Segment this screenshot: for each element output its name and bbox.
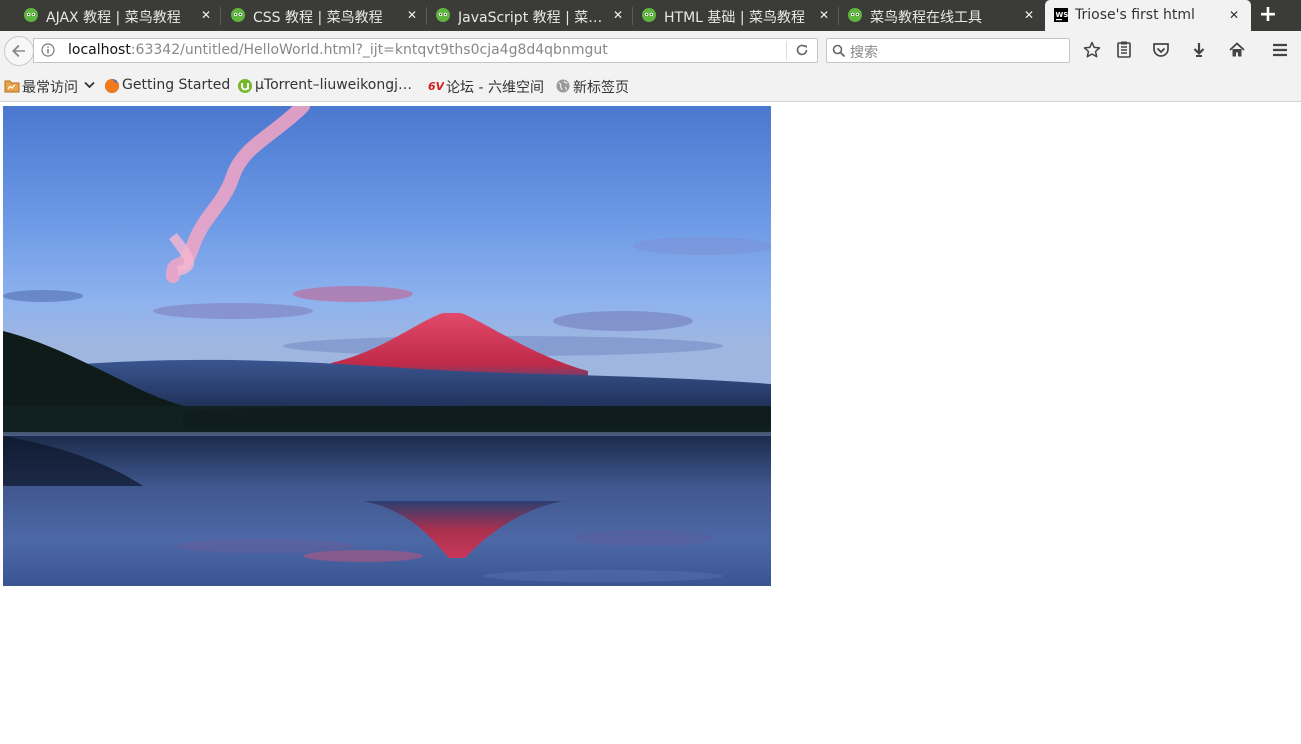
close-tab-icon[interactable]: ✕ xyxy=(611,7,625,23)
chevron-down-icon xyxy=(84,81,95,89)
runoob-icon xyxy=(848,8,862,22)
search-placeholder: 搜索 xyxy=(850,45,878,61)
menu-hamburger-icon[interactable] xyxy=(1270,40,1290,60)
tab-title: JavaScript 教程 | 菜… xyxy=(458,10,603,26)
page-content xyxy=(0,102,1301,744)
runoob-icon xyxy=(24,8,38,22)
url-divider xyxy=(786,41,787,60)
reload-icon[interactable] xyxy=(794,42,810,58)
tab-title: AJAX 教程 | 菜鸟教程 xyxy=(46,10,181,26)
bookmark-label: μTorrent–liuweikongj… xyxy=(255,77,413,93)
tab-online-tools[interactable]: 菜鸟教程在线工具 ✕ xyxy=(839,0,1045,31)
bookmark-label: 新标签页 xyxy=(573,80,629,96)
close-tab-icon[interactable]: ✕ xyxy=(1022,7,1036,23)
globe-icon xyxy=(556,79,570,93)
mount-fuji-photo xyxy=(3,106,771,586)
tab-title: Triose's first html xyxy=(1075,7,1195,23)
runoob-icon xyxy=(436,8,450,22)
navigation-toolbar: localhost:63342/untitled/HelloWorld.html… xyxy=(0,31,1301,70)
bookmarks-toolbar: 最常访问 Getting Started μTorrent–liuweikong… xyxy=(0,70,1301,102)
home-icon[interactable] xyxy=(1227,40,1247,60)
bookmark-label: 论坛 - 六维空间 xyxy=(446,80,544,96)
search-bar[interactable]: 搜索 xyxy=(826,38,1070,63)
tab-title: HTML 基础 | 菜鸟教程 xyxy=(664,10,806,26)
tab-title: CSS 教程 | 菜鸟教程 xyxy=(253,10,383,26)
utorrent-icon xyxy=(238,79,252,93)
webstorm-icon: WS xyxy=(1054,8,1068,22)
runoob-icon xyxy=(231,8,245,22)
reader-list-icon[interactable] xyxy=(1114,40,1134,60)
bookmark-most-visited[interactable]: 最常访问 xyxy=(4,77,96,96)
tab-html-basics[interactable]: HTML 基础 | 菜鸟教程 ✕ xyxy=(633,0,839,31)
new-tab-button[interactable]: + xyxy=(1257,4,1279,26)
svg-text:WS: WS xyxy=(1056,11,1069,19)
bookmark-label: 最常访问 xyxy=(22,80,78,96)
url-path: :63342/untitled/HelloWorld.html?_ijt=knt… xyxy=(130,42,608,58)
tab-javascript[interactable]: JavaScript 教程 | 菜… ✕ xyxy=(427,0,633,31)
back-arrow-icon xyxy=(12,44,25,58)
site-info-icon[interactable] xyxy=(41,43,55,57)
6v-icon: 6V xyxy=(428,80,444,93)
close-tab-icon[interactable]: ✕ xyxy=(817,7,831,23)
tab-strip: AJAX 教程 | 菜鸟教程 ✕ CSS 教程 | 菜鸟教程 ✕ JavaScr… xyxy=(0,0,1301,31)
tab-title: 菜鸟教程在线工具 xyxy=(870,10,982,26)
tab-css[interactable]: CSS 教程 | 菜鸟教程 ✕ xyxy=(221,0,427,31)
bookmark-getting-started[interactable]: Getting Started xyxy=(104,77,232,95)
url-text[interactable]: localhost:63342/untitled/HelloWorld.html… xyxy=(68,42,608,58)
svg-text:6V: 6V xyxy=(428,80,444,93)
bookmark-utorrent[interactable]: μTorrent–liuweikongj… xyxy=(237,77,421,95)
bookmark-star-icon[interactable] xyxy=(1082,40,1102,60)
bookmark-new-tab[interactable]: 新标签页 xyxy=(555,77,635,96)
close-tab-icon[interactable]: ✕ xyxy=(405,7,419,23)
close-tab-icon[interactable]: ✕ xyxy=(199,7,213,23)
back-button[interactable] xyxy=(4,36,34,66)
search-icon xyxy=(832,44,846,58)
tab-triose-first-html[interactable]: WS Triose's first html ✕ xyxy=(1045,0,1251,31)
url-bar[interactable]: localhost:63342/untitled/HelloWorld.html… xyxy=(33,38,818,63)
download-icon[interactable] xyxy=(1189,40,1209,60)
close-tab-icon[interactable]: ✕ xyxy=(1227,7,1241,23)
firefox-icon xyxy=(105,79,119,93)
most-visited-folder-icon xyxy=(4,80,20,93)
pocket-icon[interactable] xyxy=(1151,40,1171,60)
url-host: localhost xyxy=(68,42,131,58)
tab-ajax[interactable]: AJAX 教程 | 菜鸟教程 ✕ xyxy=(0,0,221,31)
runoob-icon xyxy=(642,8,656,22)
bookmark-label: Getting Started xyxy=(122,77,231,93)
bookmark-6v-forum[interactable]: 6V 论坛 - 六维空间 xyxy=(428,77,550,96)
